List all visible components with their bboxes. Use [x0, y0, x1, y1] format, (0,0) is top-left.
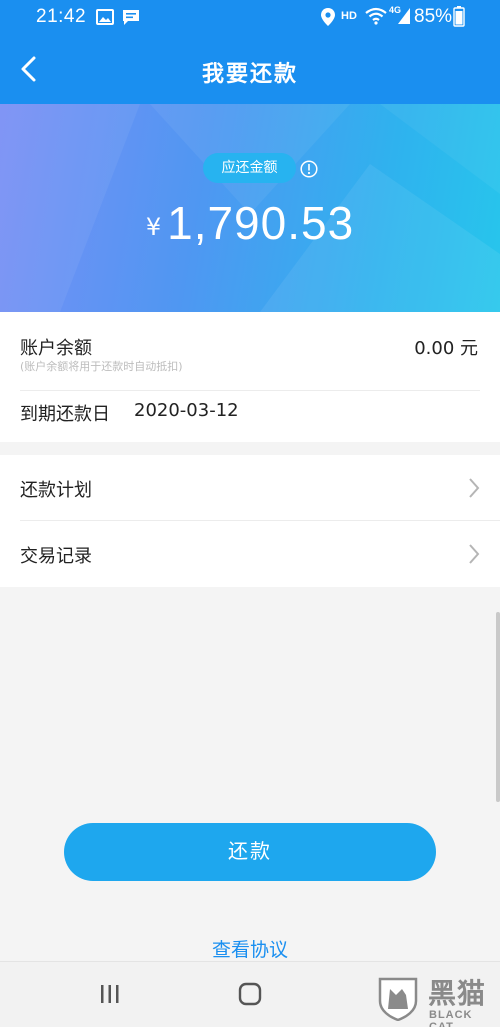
repay-button[interactable]: 还款	[64, 823, 436, 881]
recent-apps-icon[interactable]	[98, 982, 122, 1006]
menu-item-repayment-plan[interactable]: 还款计划	[0, 455, 500, 520]
black-cat-logo-icon	[378, 977, 418, 1021]
due-date-value: 2020-03-12	[134, 400, 239, 421]
app-header: 我要还款	[0, 34, 500, 104]
balance-value: 0.00 元	[414, 338, 478, 359]
gallery-icon	[96, 9, 114, 25]
balance-note: (账户余额将用于还款时自动抵扣)	[20, 360, 183, 373]
currency-symbol: ¥	[145, 213, 162, 241]
menu-card: 还款计划 交易记录	[0, 455, 500, 587]
chevron-right-icon	[469, 478, 480, 498]
amount-summary: 应还金额 ¥1,790.53	[0, 104, 500, 312]
amount-due-value: 1,790.53	[167, 197, 355, 249]
status-time: 21:42	[36, 6, 87, 27]
amount-row: ¥1,790.53	[0, 196, 500, 250]
status-bar: 21:42 HD 4G 85%	[0, 0, 500, 34]
location-icon	[321, 8, 335, 26]
battery-percent: 85%	[414, 6, 453, 27]
amount-due-badge: 应还金额	[203, 153, 296, 183]
menu-item-label: 交易记录	[20, 546, 92, 567]
account-info-card: 账户余额 (账户余额将用于还款时自动抵扣) 0.00 元 到期还款日 2020-…	[0, 312, 500, 442]
view-agreement-link[interactable]: 查看协议	[0, 935, 500, 962]
wifi-icon	[365, 7, 387, 25]
menu-item-label: 还款计划	[20, 480, 92, 501]
watermark-text: 黑猫	[428, 977, 487, 1010]
chevron-right-icon	[469, 544, 480, 564]
home-icon[interactable]	[238, 982, 262, 1006]
balance-label: 账户余额	[20, 338, 92, 359]
scrollbar[interactable]	[496, 612, 500, 802]
system-nav-bar	[0, 961, 500, 1027]
menu-item-transaction-history[interactable]: 交易记录	[0, 521, 500, 586]
message-icon	[123, 10, 139, 25]
watermark-subtext: BLACK CAT	[429, 1009, 473, 1027]
divider	[20, 390, 480, 391]
signal-icon	[398, 8, 410, 24]
page-title: 我要还款	[201, 62, 298, 87]
due-date-label: 到期还款日	[20, 404, 110, 425]
info-icon[interactable]	[300, 160, 318, 178]
hd-indicator: HD	[341, 10, 357, 22]
battery-icon	[453, 6, 465, 27]
